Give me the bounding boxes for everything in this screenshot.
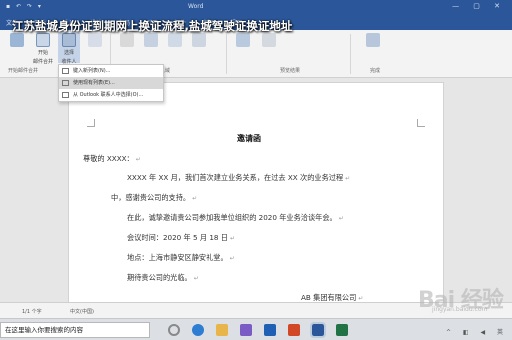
outlook-app-icon[interactable] — [264, 324, 276, 336]
select-recipients-menu: 键入新列表(N)... 使用现有列表(E)... 从 Outlook 联系人中选… — [58, 64, 164, 102]
existing-list-icon — [62, 80, 69, 86]
onenote-icon[interactable] — [240, 324, 252, 336]
greeting-icon — [168, 33, 182, 47]
letter-title: 邀请函 — [237, 134, 261, 143]
group-label-preview: 预览结果 — [280, 68, 301, 74]
system-tray[interactable]: ^ ◧ ◀ 英 — [446, 327, 508, 336]
select-recipients-button[interactable]: 选择 收件人 — [58, 33, 80, 65]
quick-access-toolbar[interactable]: ▪ ↶ ↷ ▾ — [6, 3, 43, 10]
document-page[interactable]: 邀请函 尊敬的 XXXX： ↵ XXXX 年 XX 月，我们首次建立业务关系，在过… — [68, 82, 444, 302]
address-block-button[interactable] — [140, 33, 162, 63]
mail-merge-icon — [36, 33, 50, 47]
title-bar: ▪ ↶ ↷ ▾ Word — ▢ ✕ — [0, 0, 512, 14]
address-block-icon — [144, 33, 158, 47]
excel-icon[interactable] — [336, 324, 348, 336]
menu-item-use-existing-list[interactable]: 使用现有列表(E)... — [59, 77, 163, 89]
group-label-start: 开始邮件合并 — [8, 68, 39, 74]
start-mail-merge-button[interactable]: 开始 邮件合并 — [32, 33, 54, 65]
group-label-finish: 完成 — [370, 68, 381, 74]
letter-meeting-time: 会议时间：2020 年 5 月 18 日 ↵ — [127, 233, 235, 242]
file-explorer-icon[interactable] — [216, 324, 228, 336]
letter-paragraph-2: 在此，诚挚邀请贵公司参加我单位组织的 2020 年业务洽谈年会。 ↵ — [127, 213, 344, 222]
recipients-icon — [62, 33, 76, 47]
greeting-line-button[interactable] — [164, 33, 186, 63]
letter-paragraph-1-cont: 中，感谢贵公司的支持。 ↵ — [111, 193, 198, 202]
finish-icon — [366, 33, 380, 47]
page-count[interactable]: 1/1 个字 — [22, 308, 42, 315]
preview-results-button[interactable] — [232, 33, 254, 63]
margin-corner — [417, 119, 425, 127]
menu-item-label: 使用现有列表(E)... — [73, 80, 115, 86]
menu-item-label: 键入新列表(N)... — [73, 68, 111, 74]
word-window: ▪ ↶ ↷ ▾ Word — ▢ ✕ 文件 开始 插入 设计 布局 引用 邮件 … — [0, 0, 512, 340]
insert-field-icon — [192, 33, 206, 47]
edge-browser-icon[interactable] — [192, 324, 204, 336]
letter-paragraph-1: XXXX 年 XX 月，我们首次建立业务关系，在过去 XX 次的业务过程 ↵ — [127, 173, 351, 182]
start-mail-merge-label: 开始 — [37, 50, 48, 56]
article-headline: 江苏盐城身份证到期网上换证流程,盐城驾驶证换证地址 — [12, 19, 293, 33]
letter-salutation: 尊敬的 XXXX： ↵ — [83, 154, 141, 163]
edit-list-icon — [88, 33, 102, 47]
finish-merge-button[interactable] — [362, 33, 384, 63]
menu-item-label: 从 Outlook 联系人中选择(O)... — [73, 92, 144, 98]
preview-icon — [236, 33, 250, 47]
edit-list-button[interactable] — [84, 33, 106, 63]
envelope-icon — [10, 33, 24, 47]
insert-field-button[interactable] — [188, 33, 210, 63]
document-area[interactable]: 邀请函 尊敬的 XXXX： ↵ XXXX 年 XX 月，我们首次建立业务关系，在过… — [0, 78, 512, 302]
group-divider — [350, 34, 351, 74]
watermark-url: jingyan.baidu.com — [432, 306, 488, 313]
find-icon — [262, 33, 276, 47]
window-title: Word — [188, 3, 204, 10]
letter-closing: 期待贵公司的光临。 ↵ — [127, 273, 199, 282]
envelopes-button[interactable] — [6, 33, 28, 63]
window-controls[interactable]: — ▢ ✕ — [452, 2, 506, 10]
taskbar: 在这里输入你要搜索的内容 ^ ◧ ◀ 英 — [0, 318, 512, 340]
menu-item-type-new-list[interactable]: 键入新列表(N)... — [59, 65, 163, 77]
select-recipients-label: 选择 — [63, 50, 74, 56]
start-mail-merge-sub: 邮件合并 — [32, 59, 53, 65]
highlight-fields-button[interactable] — [116, 33, 138, 63]
new-list-icon — [62, 68, 69, 74]
taskbar-search-input[interactable]: 在这里输入你要搜索的内容 — [0, 322, 150, 338]
letter-signature: AB 集团有限公司 ↵ — [301, 293, 364, 302]
menu-item-outlook-contacts[interactable]: 从 Outlook 联系人中选择(O)... — [59, 89, 163, 101]
margin-corner — [87, 119, 95, 127]
outlook-icon — [62, 92, 69, 98]
group-divider — [226, 34, 227, 74]
letter-meeting-place: 地点：上海市静安区静安礼堂。 ↵ — [127, 253, 235, 262]
language-indicator[interactable]: 中文(中国) — [70, 308, 94, 315]
find-recipient-button[interactable] — [258, 33, 280, 63]
word-app-icon[interactable] — [310, 322, 326, 338]
powerpoint-icon[interactable] — [288, 324, 300, 336]
highlight-icon — [120, 33, 134, 47]
task-view-icon[interactable] — [168, 324, 180, 336]
